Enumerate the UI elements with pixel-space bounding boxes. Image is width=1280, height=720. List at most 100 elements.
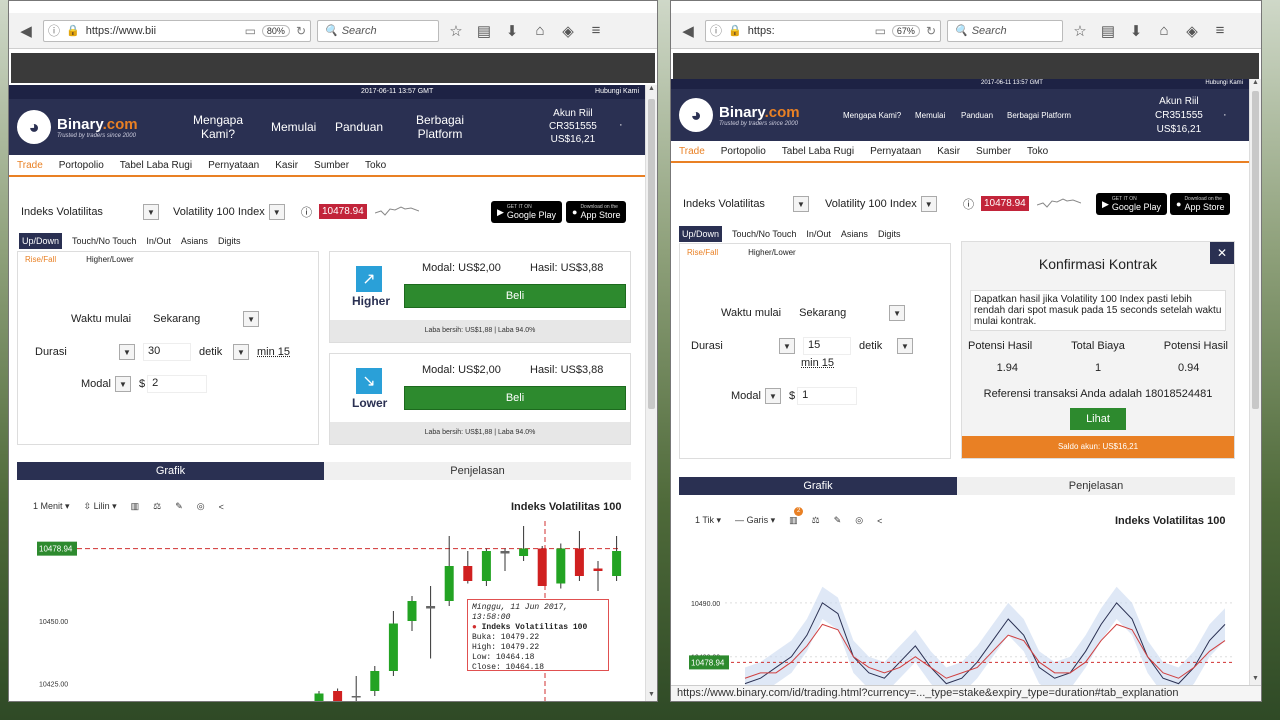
interval-select[interactable]: 1 Tik ▾ <box>695 515 721 526</box>
duration-type-select[interactable]: Durasi ▼ <box>35 344 135 360</box>
subnav-item-3[interactable]: Pernyataan <box>200 160 267 171</box>
home-icon[interactable]: ⌂ <box>529 20 551 42</box>
scroll-thumb[interactable] <box>1252 91 1259 409</box>
subnav-item-0[interactable]: Trade <box>671 146 713 157</box>
trade-tab-1[interactable]: Touch/No Touch <box>732 229 796 239</box>
buy-higher-button[interactable]: Beli <box>404 284 626 308</box>
info-icon[interactable]: ⓘ <box>301 204 312 220</box>
download-icon[interactable]: ⬇ <box>1125 20 1147 42</box>
tab-chart[interactable]: Grafik <box>17 462 324 480</box>
chart-type-select[interactable]: — Garis ▾ <box>735 515 775 526</box>
contact-link[interactable]: Hubungi Kami <box>595 88 639 95</box>
reader-view-icon[interactable]: ▭ <box>245 24 256 38</box>
account-info[interactable]: Akun Riil CR351555 US$16,21 <box>549 107 597 146</box>
stake-type-select[interactable]: Modal ▼ <box>81 376 131 392</box>
trade-tab-2[interactable]: In/Out <box>806 229 831 239</box>
share-icon[interactable]: < <box>219 502 224 512</box>
reload-icon[interactable]: ↻ <box>926 24 936 38</box>
stake-input[interactable]: 1 <box>797 387 858 405</box>
duration-input[interactable]: 30 <box>143 343 191 361</box>
share-icon[interactable]: < <box>877 516 882 526</box>
back-icon[interactable]: ◀ <box>15 20 37 42</box>
nav-get-started[interactable]: Memulai <box>915 111 945 120</box>
duration-type-select[interactable]: Durasi ▼ <box>691 338 795 354</box>
indicators-icon[interactable]: ▥ 2 <box>789 507 804 526</box>
search-box[interactable]: 🔍 Search <box>947 19 1063 42</box>
subnav-item-4[interactable]: Kasir <box>267 160 306 171</box>
indicators-icon[interactable]: ▥ <box>131 501 140 512</box>
pocket-icon[interactable]: ◈ <box>557 20 579 42</box>
start-select[interactable]: Sekarang ▼ <box>799 305 906 321</box>
duration-unit-select[interactable]: detik ▼ <box>859 338 913 354</box>
zoom-level[interactable]: 67% <box>891 24 920 37</box>
trade-tab-0[interactable]: Up/Down <box>679 226 723 242</box>
account-info[interactable]: Akun Riil CR351555 US$16,21 <box>1155 95 1203 137</box>
subnav-item-0[interactable]: Trade <box>9 160 51 171</box>
chevron-down-icon[interactable]: ▼ <box>920 196 937 212</box>
library-icon[interactable]: ▤ <box>1097 20 1119 42</box>
view-button[interactable]: Lihat <box>1070 408 1126 430</box>
brand-logo[interactable]: ◕ Binary.com Trusted by traders since 20… <box>679 98 800 132</box>
nav-platforms[interactable]: Berbagai Platform <box>405 113 475 141</box>
template-icon[interactable]: ◎ <box>197 501 205 512</box>
scroll-down-icon[interactable]: ▼ <box>1250 675 1261 685</box>
chevron-down-icon[interactable]: ▼ <box>793 196 809 212</box>
compare-icon[interactable]: ⚖ <box>153 501 161 512</box>
reload-icon[interactable]: ↻ <box>296 24 306 38</box>
trade-tab-2[interactable]: In/Out <box>146 236 171 246</box>
scroll-down-icon[interactable]: ▼ <box>646 691 657 701</box>
info-icon[interactable]: ⓘ <box>963 196 974 212</box>
chevron-down-icon[interactable]: ▼ <box>897 338 913 354</box>
info-icon[interactable]: ⓘ <box>710 22 722 39</box>
buy-lower-button[interactable]: Beli <box>404 386 626 410</box>
market-select[interactable]: Indeks Volatilitas ▼ <box>21 204 159 220</box>
chevron-down-icon[interactable]: ▼ <box>764 388 781 404</box>
subnav-item-1[interactable]: Portopolio <box>51 160 112 171</box>
info-icon[interactable]: ⓘ <box>48 22 60 39</box>
url-text[interactable]: https: <box>748 25 869 37</box>
app-store-badge[interactable]: ● Download on the App Store <box>566 201 627 223</box>
bookmark-star-icon[interactable]: ☆ <box>1069 20 1091 42</box>
nav-platforms[interactable]: Berbagai Platform <box>1007 111 1071 120</box>
scroll-thumb[interactable] <box>648 99 655 409</box>
pocket-icon[interactable]: ◈ <box>1181 20 1203 42</box>
search-box[interactable]: 🔍 Search <box>317 19 439 42</box>
trade-tab-3[interactable]: Asians <box>841 229 868 239</box>
home-icon[interactable]: ⌂ <box>1153 20 1175 42</box>
nav-get-started[interactable]: Memulai <box>271 120 316 134</box>
trade-tab-0[interactable]: Up/Down <box>19 233 63 249</box>
interval-select[interactable]: 1 Menit ▾ <box>33 501 70 512</box>
chevron-down-icon[interactable]: ▼ <box>114 376 131 392</box>
duration-input[interactable]: 15 <box>803 337 851 355</box>
submarket-select[interactable]: Volatility 100 Index ▼ <box>173 204 285 220</box>
scroll-up-icon[interactable]: ▲ <box>1250 79 1261 89</box>
chevron-down-icon[interactable]: ▼ <box>889 305 906 321</box>
url-text[interactable]: https://www.bii <box>86 25 239 37</box>
page-scrollbar[interactable]: ▲ ▼ <box>1249 79 1261 685</box>
subnav-item-2[interactable]: Tabel Laba Rugi <box>112 160 200 171</box>
market-select[interactable]: Indeks Volatilitas ▼ <box>683 196 809 212</box>
subnav-item-1[interactable]: Portopolio <box>713 146 774 157</box>
menu-icon[interactable]: ≡ <box>585 20 607 42</box>
scroll-up-icon[interactable]: ▲ <box>646 85 657 95</box>
nav-guide[interactable]: Panduan <box>335 120 383 134</box>
app-store-badge[interactable]: ● Download on the App Store <box>1170 193 1231 215</box>
page-scrollbar[interactable]: ▲ ▼ <box>645 85 657 701</box>
chevron-down-icon[interactable]: ▼ <box>268 204 285 220</box>
tab-chart[interactable]: Grafik <box>679 477 957 495</box>
trade-tab-1[interactable]: Touch/No Touch <box>72 236 136 246</box>
chevron-down-icon[interactable]: ▼ <box>243 311 260 327</box>
subnav-item-4[interactable]: Kasir <box>929 146 968 157</box>
close-icon[interactable]: ✕ <box>1210 242 1234 264</box>
url-bar[interactable]: ⓘ 🔒 https://www.bii ▭ 80% ↻ <box>43 19 311 42</box>
start-select[interactable]: Sekarang ▼ <box>153 311 260 327</box>
library-icon[interactable]: ▤ <box>473 20 495 42</box>
account-caret-icon[interactable]: · <box>1223 109 1227 121</box>
chevron-down-icon[interactable]: ▼ <box>143 204 159 220</box>
duration-unit-select[interactable]: detik ▼ <box>199 344 249 360</box>
bookmark-star-icon[interactable]: ☆ <box>445 20 467 42</box>
subnav-item-6[interactable]: Toko <box>357 160 394 171</box>
tab-explanation[interactable]: Penjelasan <box>324 462 631 480</box>
google-play-badge[interactable]: ▶ GET IT ON Google Play <box>1096 193 1167 215</box>
account-caret-icon[interactable]: · <box>619 119 623 131</box>
